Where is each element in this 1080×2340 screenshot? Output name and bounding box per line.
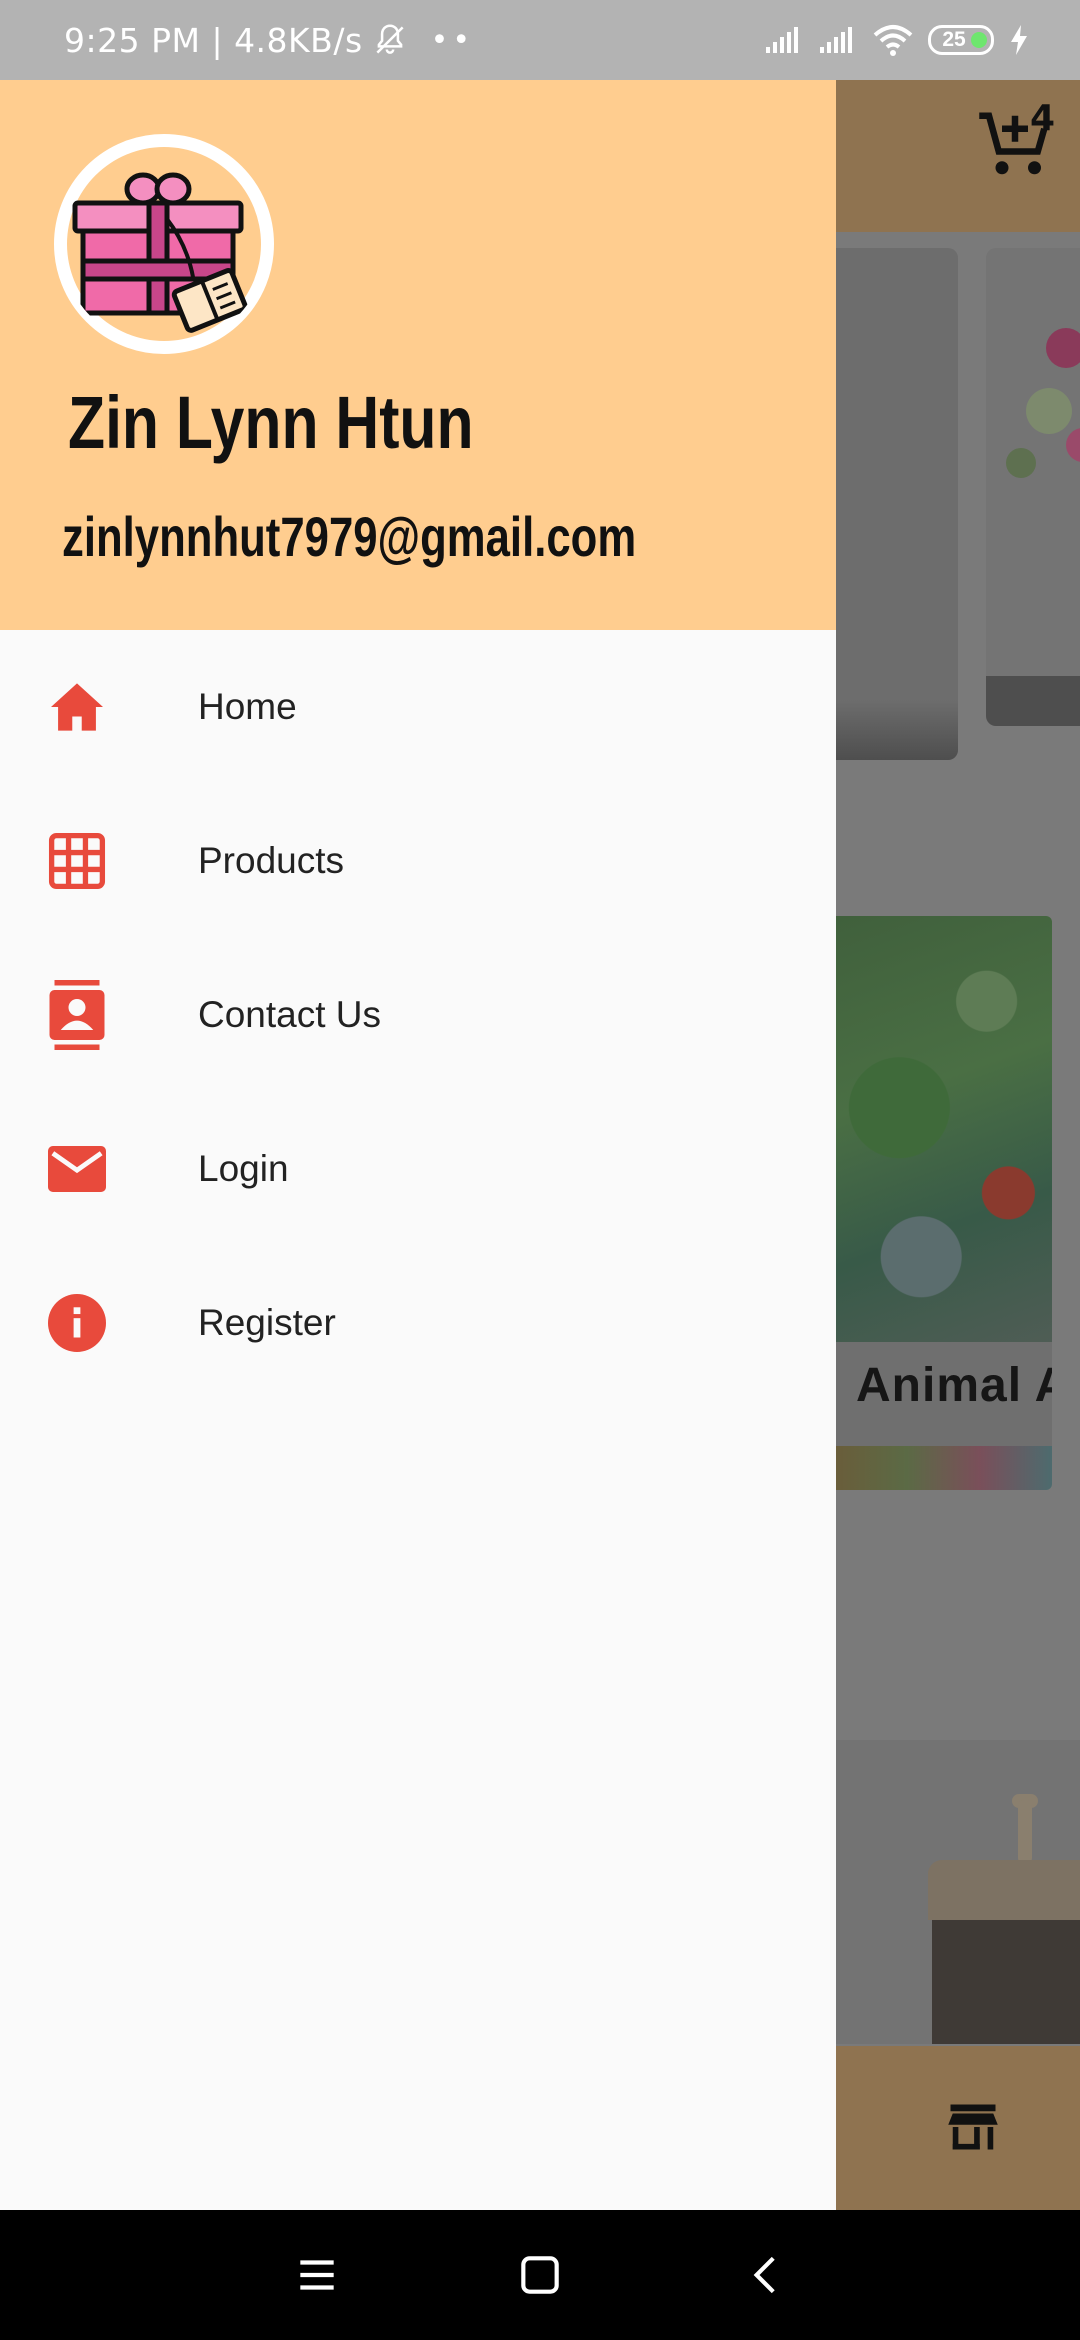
back-icon[interactable] xyxy=(742,2250,792,2300)
bell-muted-icon xyxy=(376,24,404,54)
menu-item-register[interactable]: Register xyxy=(0,1246,836,1400)
user-name: Zin Lynn Htun xyxy=(68,381,474,464)
bg-product-image-pot xyxy=(836,1740,1080,2044)
status-more-dots: •• xyxy=(430,22,475,58)
menu-item-label: Register xyxy=(198,1302,336,1343)
menu-item-label: Products xyxy=(198,840,345,881)
user-email: zinlynnhut7979@gmail.com xyxy=(62,505,637,568)
status-left: 9:25 PM | 4.8KB/s •• xyxy=(64,0,474,80)
bg-product-card xyxy=(836,248,958,760)
menu-item-label: Login xyxy=(198,1148,289,1189)
drawer-header: Zin Lynn Htun zinlynnhut7979@gmail.com xyxy=(0,80,836,630)
status-time-speed: 9:25 PM | 4.8KB/s xyxy=(64,20,363,60)
battery-level: 25 xyxy=(942,28,966,51)
home-button-icon[interactable] xyxy=(515,2250,565,2300)
cart-count-badge: 4 xyxy=(1030,98,1056,139)
signal-icon xyxy=(766,27,798,53)
recents-menu-icon[interactable] xyxy=(292,2250,342,2300)
bg-product-card-animal: Animal Art xyxy=(836,916,1052,1490)
menu-item-home[interactable]: Home xyxy=(0,630,836,784)
jungle-image xyxy=(836,916,1052,1342)
home-icon xyxy=(46,676,108,738)
background-app: 4 Animal Art xyxy=(836,80,1080,2210)
drawer-menu: Home Products Contact Us Login Register xyxy=(0,630,836,1400)
mail-icon xyxy=(46,1138,108,1200)
charging-icon xyxy=(1011,25,1027,55)
system-nav-bar xyxy=(0,2210,1080,2340)
bg-bottom-bar xyxy=(836,2046,1080,2210)
menu-item-products[interactable]: Products xyxy=(0,784,836,938)
signal-icon-2 xyxy=(820,27,852,53)
menu-item-label: Contact Us xyxy=(198,994,382,1035)
bg-card-label: Animal Art xyxy=(856,1359,1052,1412)
menu-item-contact-us[interactable]: Contact Us xyxy=(0,938,836,1092)
contacts-icon xyxy=(46,980,108,1050)
battery-indicator: 25 xyxy=(928,25,994,55)
navigation-drawer: Zin Lynn Htun zinlynnhut7979@gmail.com H… xyxy=(0,80,836,2210)
wifi-icon xyxy=(873,25,913,56)
avatar xyxy=(54,134,274,354)
store-icon[interactable] xyxy=(946,2102,1000,2152)
info-icon xyxy=(46,1292,108,1354)
battery-fill xyxy=(971,32,987,48)
menu-item-login[interactable]: Login xyxy=(0,1092,836,1246)
bg-product-card-flowers xyxy=(986,248,1080,726)
status-right: 25 xyxy=(764,0,1030,80)
status-bar: 9:25 PM | 4.8KB/s •• 25 xyxy=(0,0,1080,80)
grid-icon xyxy=(46,830,108,892)
gift-book-icon xyxy=(72,172,248,333)
bg-app-bar: 4 xyxy=(836,80,1080,232)
menu-item-label: Home xyxy=(198,686,297,727)
